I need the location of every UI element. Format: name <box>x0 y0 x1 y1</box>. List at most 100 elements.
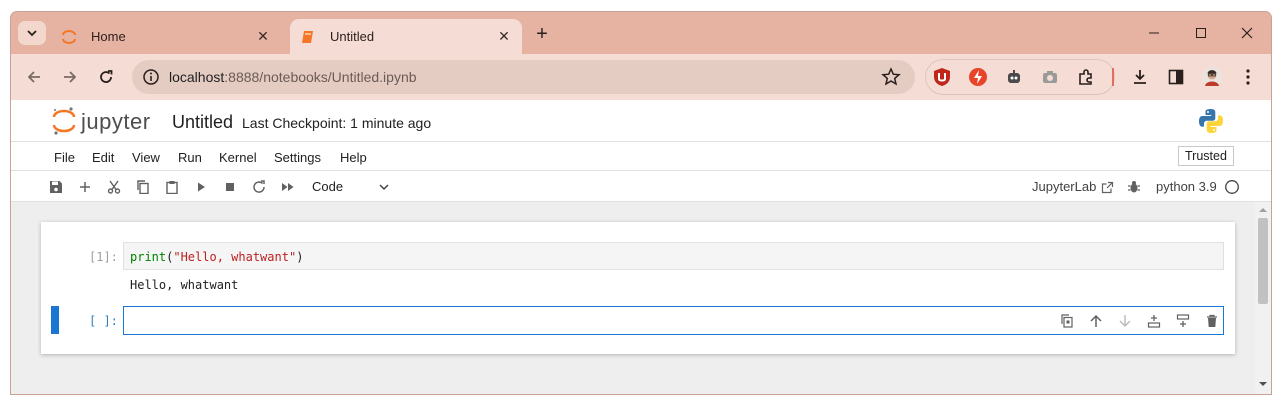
minimize-button[interactable] <box>1139 22 1169 44</box>
cell-type-select[interactable]: Code <box>312 179 343 194</box>
restart-button[interactable] <box>250 178 268 196</box>
clipboard-icon <box>166 181 178 194</box>
scissors-icon <box>107 180 121 194</box>
save-button[interactable] <box>47 178 65 196</box>
notebook-panel: [1]: print("Hello, whatwant") Hello, wha… <box>41 222 1235 354</box>
duplicate-cell-icon[interactable] <box>1059 313 1075 329</box>
address-bar[interactable]: localhost:8888/notebooks/Untitled.ipynb <box>132 60 915 94</box>
tab-strip: Home ✕ Untitled ✕ + <box>11 12 1271 54</box>
tab-home[interactable]: Home ✕ <box>51 19 281 54</box>
run-all-button[interactable] <box>279 178 297 196</box>
chevron-down-icon[interactable] <box>377 180 391 194</box>
menu-kernel[interactable]: Kernel <box>219 150 257 165</box>
side-panel-icon[interactable] <box>1164 65 1188 89</box>
insert-above-icon[interactable] <box>1146 313 1162 329</box>
browser-window: Home ✕ Untitled ✕ + localhost:8888/noteb… <box>11 12 1271 394</box>
ublock-icon[interactable] <box>930 65 954 89</box>
tab-search-button[interactable] <box>18 21 46 45</box>
forward-button[interactable] <box>58 65 82 89</box>
scroll-up-icon[interactable] <box>1259 206 1267 214</box>
chevron-down-icon <box>27 30 37 37</box>
paste-button[interactable] <box>163 178 181 196</box>
jupyter-wordmark: jupyter <box>81 109 151 134</box>
stop-icon <box>226 183 234 191</box>
delete-cell-icon[interactable] <box>1204 313 1220 329</box>
menu-help[interactable]: Help <box>340 150 367 165</box>
camera-ext-icon[interactable] <box>1038 65 1062 89</box>
execution-count: [1]: <box>89 250 118 264</box>
plus-icon <box>80 182 90 192</box>
tab-title: Untitled <box>330 29 375 44</box>
arrow-left-icon <box>27 71 40 83</box>
run-button[interactable] <box>192 178 210 196</box>
trusted-badge[interactable]: Trusted <box>1178 146 1234 166</box>
code-cell-input-active[interactable] <box>123 306 1224 335</box>
jupyter-header: jupyter Untitled Last Checkpoint: 1 minu… <box>11 100 1271 142</box>
robot-ext-icon[interactable] <box>1002 65 1026 89</box>
save-icon <box>50 181 62 193</box>
scrollbar-thumb[interactable] <box>1258 218 1268 304</box>
menu-edit[interactable]: Edit <box>92 150 114 165</box>
external-link-icon[interactable] <box>1098 178 1116 196</box>
cell-output: Hello, whatwant <box>130 278 239 292</box>
checkpoint-status: Last Checkpoint: 1 minute ago <box>242 115 432 131</box>
jupyter-logo[interactable]: jupyter <box>51 106 161 136</box>
bookmark-star-icon[interactable] <box>881 67 901 87</box>
back-button[interactable] <box>22 65 46 89</box>
copy-icon <box>137 180 149 194</box>
download-icon[interactable] <box>1128 65 1152 89</box>
scroll-down-icon[interactable] <box>1259 380 1267 388</box>
menu-file[interactable]: File <box>54 150 75 165</box>
maximize-button[interactable] <box>1186 22 1216 44</box>
avatar[interactable] <box>1200 65 1224 89</box>
insert-cell-button[interactable] <box>76 178 94 196</box>
move-up-icon[interactable] <box>1088 313 1104 329</box>
notebook-area: [1]: print("Hello, whatwant") Hello, wha… <box>11 202 1271 394</box>
jupyter-page: jupyter Untitled Last Checkpoint: 1 minu… <box>11 100 1271 394</box>
play-icon <box>198 182 205 192</box>
info-icon[interactable] <box>142 68 160 86</box>
insert-below-icon[interactable] <box>1175 313 1191 329</box>
reload-button[interactable] <box>94 65 118 89</box>
bug-icon[interactable] <box>1125 178 1143 196</box>
reload-icon <box>100 70 113 83</box>
kernel-name[interactable]: python 3.9 <box>1156 179 1217 194</box>
fast-forward-icon <box>282 183 294 191</box>
menu-settings[interactable]: Settings <box>274 150 321 165</box>
browser-toolbar: localhost:8888/notebooks/Untitled.ipynb <box>11 54 1271 100</box>
close-icon <box>1241 27 1253 39</box>
code-line: print("Hello, whatwant") <box>130 250 304 264</box>
notebook-title[interactable]: Untitled <box>172 112 233 133</box>
execution-count: [ ]: <box>89 314 118 328</box>
jupyter-logo-icon <box>52 107 76 135</box>
tab-title: Home <box>91 29 126 44</box>
move-down-icon[interactable] <box>1117 313 1133 329</box>
menu-run[interactable]: Run <box>178 150 202 165</box>
copy-button[interactable] <box>134 178 152 196</box>
close-icon[interactable]: ✕ <box>253 27 273 47</box>
puzzle-icon[interactable] <box>1074 65 1098 89</box>
notebook-icon <box>300 29 316 45</box>
kernel-status-idle-icon <box>1223 178 1241 196</box>
interrupt-button[interactable] <box>221 178 239 196</box>
notebook-toolbar: Code JupyterLab python 3.9 <box>11 171 1271 202</box>
minimize-icon <box>1149 32 1159 34</box>
url-text: localhost:8888/notebooks/Untitled.ipynb <box>169 69 417 85</box>
jupyter-logo-icon <box>61 29 77 45</box>
cut-button[interactable] <box>105 178 123 196</box>
vertical-scrollbar[interactable] <box>1255 202 1271 394</box>
tab-untitled[interactable]: Untitled ✕ <box>290 19 522 54</box>
active-cell-indicator <box>51 306 59 334</box>
refresh-icon <box>253 180 265 193</box>
lightning-ext-icon[interactable] <box>966 65 990 89</box>
close-window-button[interactable] <box>1232 22 1262 44</box>
menu-view[interactable]: View <box>132 150 160 165</box>
menu-bar: File Edit View Run Kernel Settings Help … <box>11 142 1271 171</box>
toolbar-separator <box>1112 68 1114 86</box>
more-menu-icon[interactable] <box>1236 65 1260 89</box>
close-icon[interactable]: ✕ <box>494 27 514 47</box>
jupyterlab-link[interactable]: JupyterLab <box>1032 179 1096 194</box>
new-tab-button[interactable]: + <box>531 24 553 46</box>
code-cell-input[interactable]: print("Hello, whatwant") <box>123 242 1224 270</box>
python-logo-icon <box>1199 109 1223 133</box>
